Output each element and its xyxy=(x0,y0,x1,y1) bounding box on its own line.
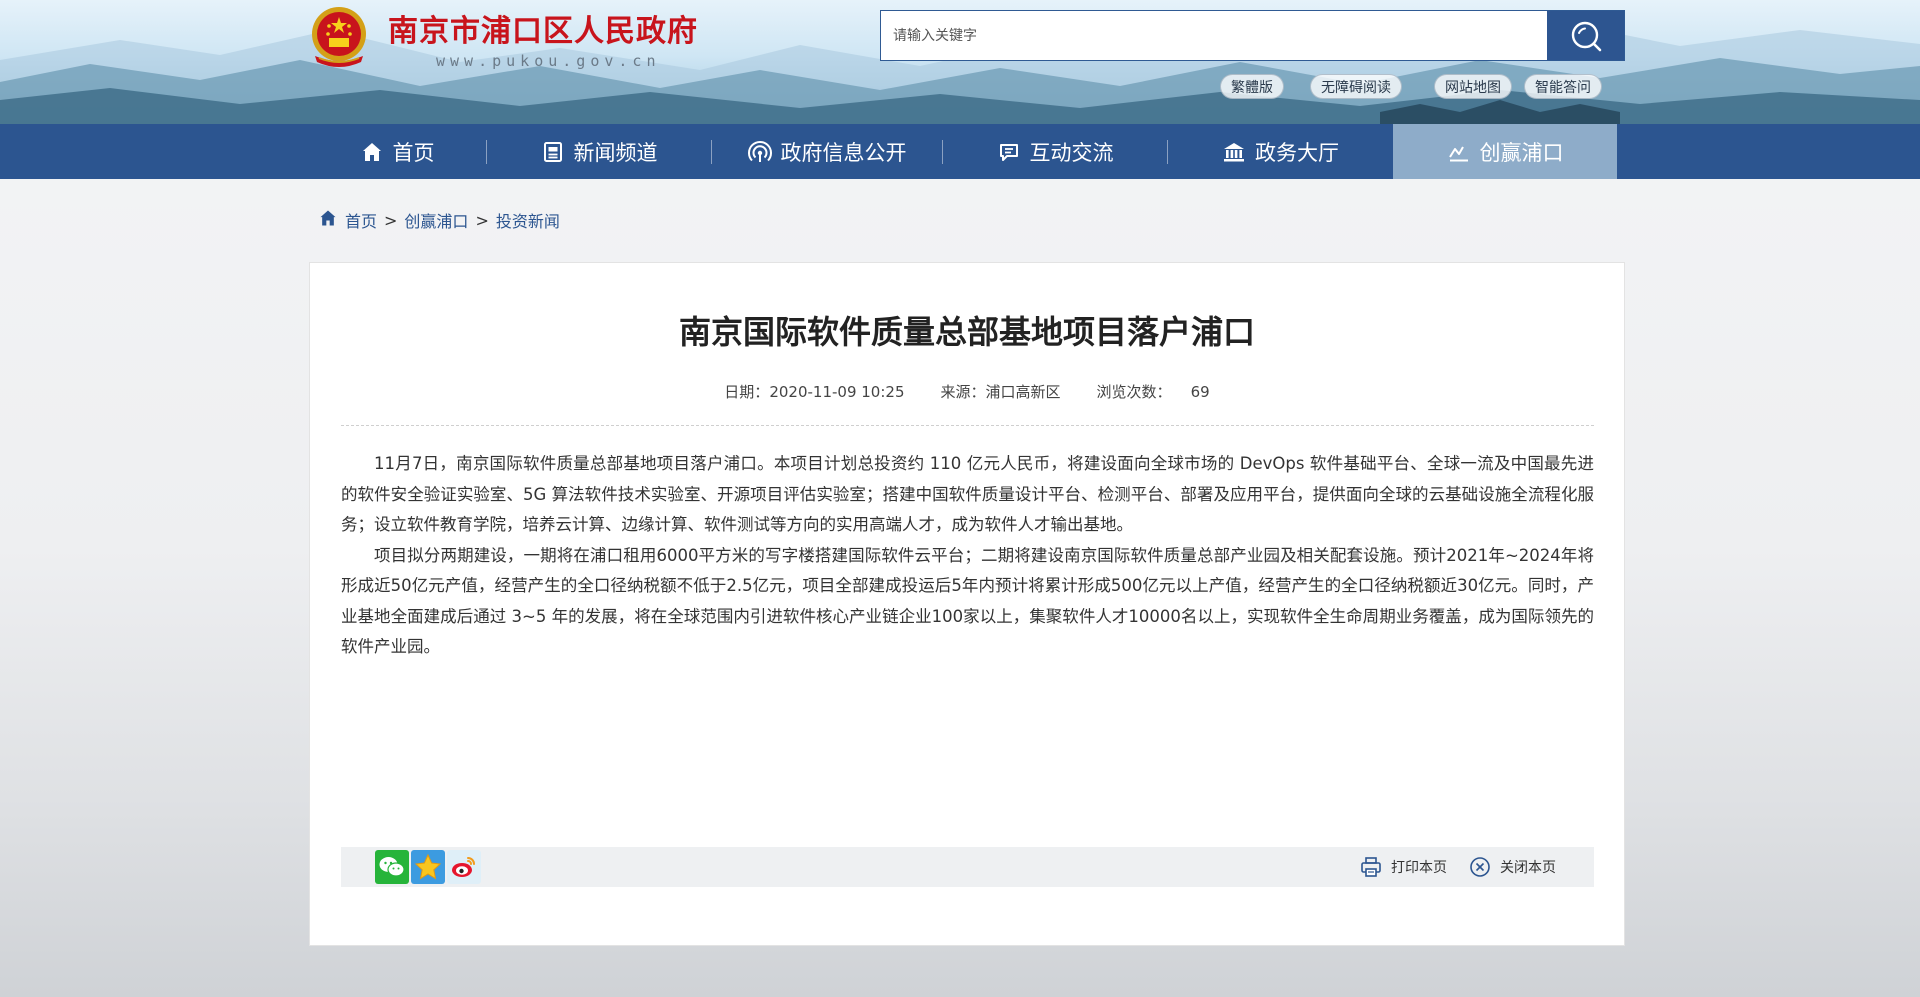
nav-item-label: 首页 xyxy=(392,140,435,165)
national-emblem-logo xyxy=(312,7,366,67)
wechat-icon[interactable] xyxy=(375,850,409,884)
share-icons xyxy=(375,850,481,884)
nav-item-label: 创赢浦口 xyxy=(1479,140,1564,165)
broadcast-icon xyxy=(747,140,772,164)
article-source: 来源：浦口高新区 xyxy=(940,383,1061,401)
print-page-button[interactable]: 打印本页 xyxy=(1360,856,1447,878)
site-title: 南京市浦口区人民政府 xyxy=(388,14,698,49)
article-title: 南京国际软件质量总部基地项目落户浦口 xyxy=(678,313,1255,351)
smart-qa-link[interactable]: 智能答问 xyxy=(1524,74,1602,99)
header-banner: 南京市浦口区人民政府 www.pukou.gov.cn 繁體版 无障碍阅读 网站… xyxy=(0,0,1920,124)
quick-links: 繁體版 无障碍阅读 网站地图 智能答问 xyxy=(1220,74,1602,99)
government-building-icon xyxy=(1222,140,1246,164)
home-icon xyxy=(318,208,338,232)
article-date: 日期：2020-11-09 10:25 xyxy=(724,383,905,401)
article-body: 11月7日，南京国际软件质量总部基地项目落户浦口。本项目计划总投资约 110 亿… xyxy=(341,449,1594,663)
nav-item-service-hall[interactable]: 政务大厅 xyxy=(1168,124,1393,179)
nav-item-interaction[interactable]: 互动交流 xyxy=(943,124,1167,179)
breadcrumb-investment-news-link[interactable]: 投资新闻 xyxy=(496,208,560,232)
nav-item-home[interactable]: 首页 xyxy=(308,124,486,179)
breadcrumb-win-pukou-link[interactable]: 创赢浦口 xyxy=(404,208,468,232)
nav-item-win-pukou[interactable]: 创赢浦口 xyxy=(1393,124,1617,179)
article-views: 浏览次数： 69 xyxy=(1096,383,1210,401)
printer-icon xyxy=(1361,857,1381,877)
main-nav: 首页 新闻频道 政府信息公开 互动交流 政务大厅 创赢浦口 xyxy=(0,124,1920,179)
weibo-icon[interactable] xyxy=(447,850,481,884)
search-button[interactable] xyxy=(1547,11,1624,60)
newspaper-icon xyxy=(541,140,565,164)
article-paragraph: 项目拟分两期建设，一期将在浦口租用6000平方米的写字楼搭建国际软件云平台；二期… xyxy=(341,545,1594,657)
nav-item-label: 新闻频道 xyxy=(573,140,658,165)
breadcrumb: 首页 > 创赢浦口 > 投资新闻 xyxy=(318,208,560,232)
breadcrumb-home-link[interactable]: 首页 xyxy=(345,208,377,232)
article-paragraph: 11月7日，南京国际软件质量总部基地项目落户浦口。本项目计划总投资约 110 亿… xyxy=(341,454,1594,534)
breadcrumb-separator: > xyxy=(475,210,489,230)
article-card: 南京国际软件质量总部基地项目落户浦口 日期：2020-11-09 10:25 来… xyxy=(309,262,1625,946)
accessible-reading-link[interactable]: 无障碍阅读 xyxy=(1310,74,1402,99)
nav-item-label: 政务大厅 xyxy=(1255,140,1339,165)
print-page-label: 打印本页 xyxy=(1391,860,1447,876)
nav-item-news[interactable]: 新闻频道 xyxy=(487,124,711,179)
nav-item-label: 政府信息公开 xyxy=(780,140,907,165)
qzone-icon[interactable] xyxy=(411,850,445,884)
share-bar: 打印本页 关闭本页 xyxy=(341,847,1594,887)
site-map-link[interactable]: 网站地图 xyxy=(1434,74,1512,99)
title-divider xyxy=(341,425,1594,426)
close-page-button[interactable]: 关闭本页 xyxy=(1469,856,1556,878)
close-circle-icon xyxy=(1470,857,1490,877)
page-actions: 打印本页 关闭本页 xyxy=(1360,856,1556,878)
search-box xyxy=(880,10,1625,61)
search-input[interactable] xyxy=(881,11,1547,60)
traditional-chinese-link[interactable]: 繁體版 xyxy=(1220,74,1284,99)
close-page-label: 关闭本页 xyxy=(1500,860,1556,876)
nav-item-gov-info[interactable]: 政府信息公开 xyxy=(712,124,942,179)
article-meta: 日期：2020-11-09 10:25 来源：浦口高新区 浏览次数： 69 xyxy=(310,381,1624,402)
chart-line-icon xyxy=(1447,140,1471,164)
home-icon xyxy=(360,140,384,164)
breadcrumb-separator: > xyxy=(384,210,398,230)
site-url: www.pukou.gov.cn xyxy=(436,52,661,70)
search-icon xyxy=(1571,21,1601,51)
chat-icon xyxy=(997,140,1021,164)
nav-item-label: 互动交流 xyxy=(1029,140,1114,165)
